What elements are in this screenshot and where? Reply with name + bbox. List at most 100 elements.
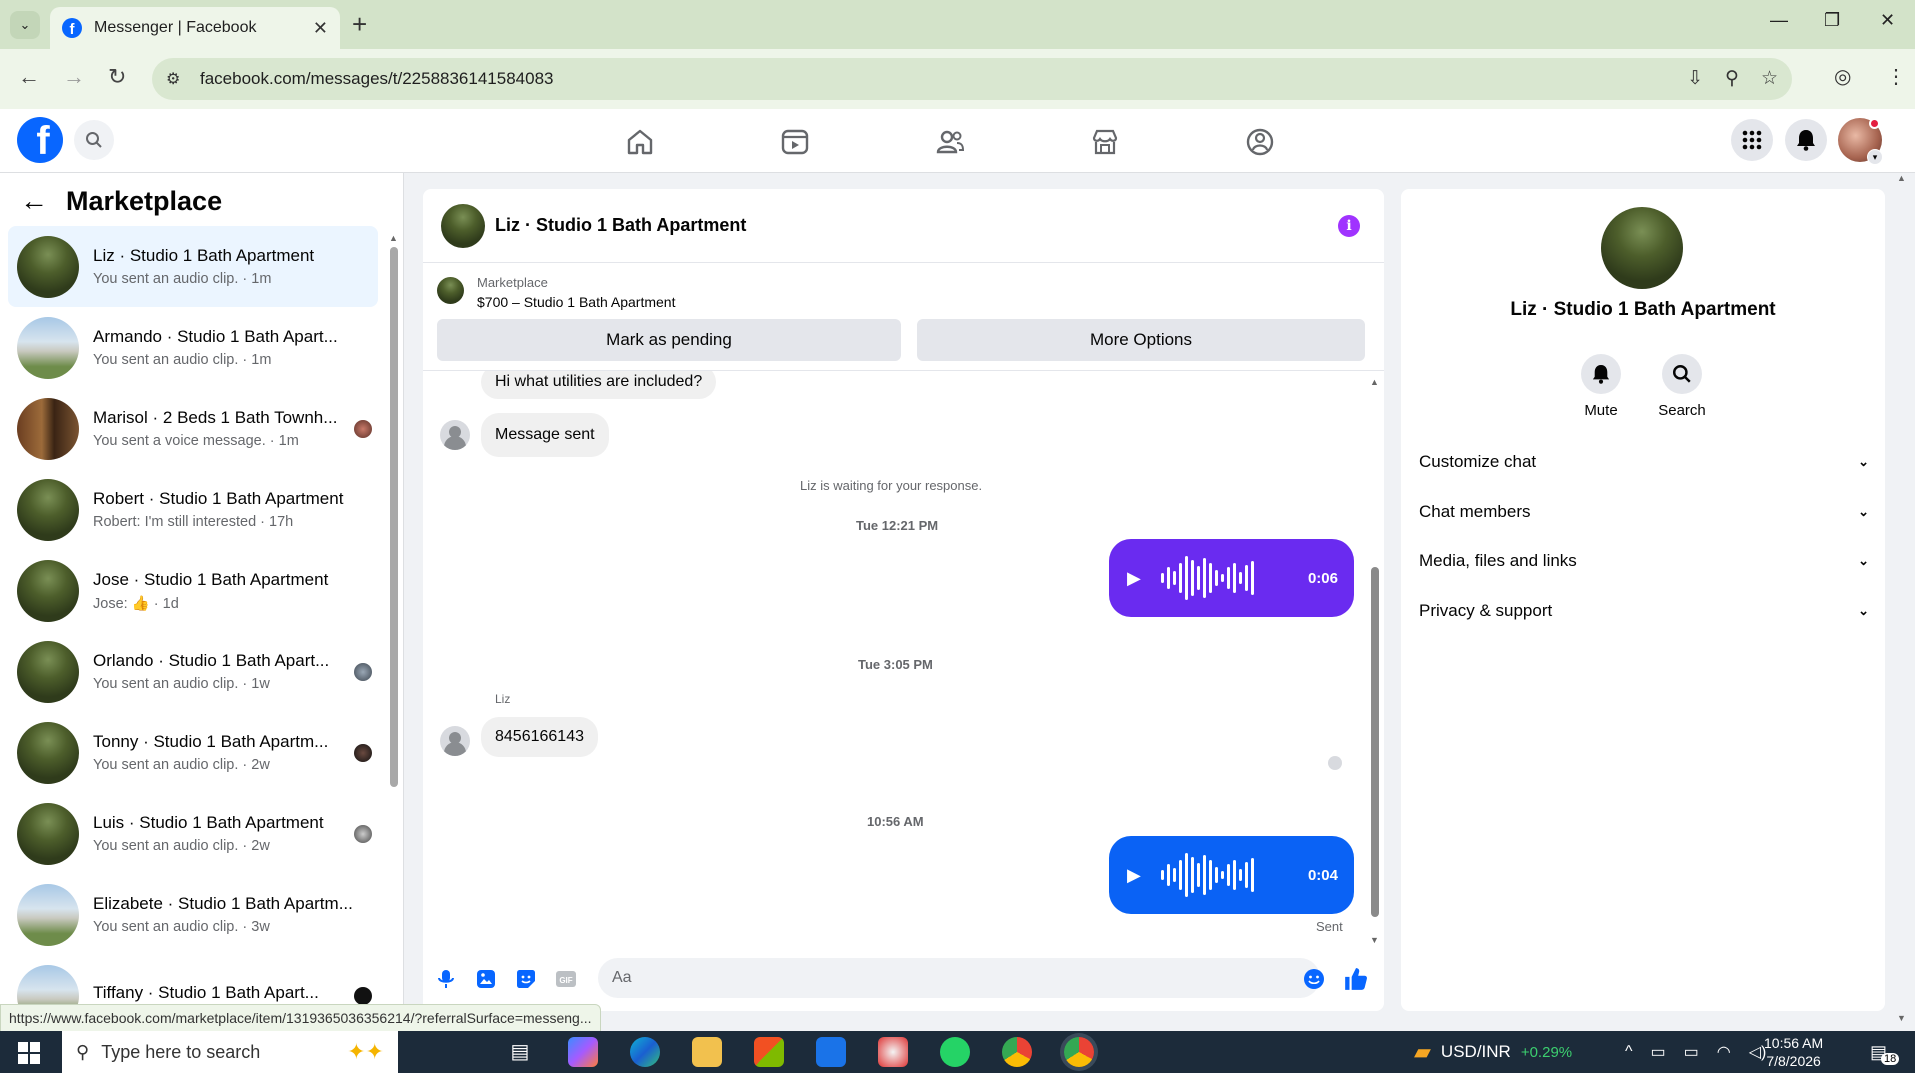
info-icon[interactable]: i — [1338, 215, 1360, 237]
forward-icon[interactable]: → — [63, 64, 85, 90]
search-conversation-button[interactable]: Search — [1642, 354, 1722, 419]
message-scrollbar[interactable]: ▲ ▼ — [1370, 377, 1380, 945]
sender-name: Liz — [495, 692, 511, 706]
zoom-icon[interactable]: ⚲ — [1725, 67, 1739, 90]
page-scrollbar[interactable]: ▲ ▼ — [1895, 173, 1909, 1023]
notification-center-icon[interactable]: ▤ 18 — [1870, 1031, 1900, 1073]
friends-icon[interactable] — [935, 127, 965, 157]
svg-text:GIF: GIF — [559, 976, 572, 985]
microphone-icon[interactable] — [435, 968, 457, 990]
app-icon[interactable] — [878, 1037, 908, 1067]
seen-avatar — [354, 825, 372, 843]
taskbar-search[interactable]: ⚲ Type here to search ✦✦ — [62, 1031, 398, 1073]
conversation-item[interactable]: Luis · Studio 1 Bath Apartment You sent … — [8, 793, 378, 874]
chevron-down-icon[interactable]: ▾ — [1867, 149, 1883, 165]
play-icon[interactable]: ▶ — [1127, 568, 1153, 589]
facebook-logo[interactable]: f — [17, 117, 63, 163]
browser-tab[interactable]: f Messenger | Facebook ✕ — [50, 7, 340, 49]
ticker-name[interactable]: USD/INR — [1441, 1042, 1511, 1062]
listing-title[interactable]: $700 – Studio 1 Bath Apartment — [477, 294, 675, 310]
taskbar-clock[interactable]: 10:56 AM 7/8/2026 — [1764, 1034, 1823, 1070]
listing-thumbnail[interactable] — [437, 277, 464, 304]
search-icon[interactable] — [74, 120, 114, 160]
preview-time: · 1d — [153, 595, 179, 612]
notifications-bell-icon[interactable] — [1785, 119, 1827, 161]
conversation-item[interactable]: Tonny · Studio 1 Bath Apartm... You sent… — [8, 712, 378, 793]
whatsapp-app-icon[interactable] — [940, 1037, 970, 1067]
new-tab-button[interactable]: + — [352, 10, 367, 38]
audio-message[interactable]: ▶ 0:06 — [1109, 539, 1354, 617]
currency-chart-icon: ▰ — [1414, 1039, 1431, 1064]
mail-app-icon[interactable] — [816, 1037, 846, 1067]
wifi-icon[interactable]: ◠ — [1717, 1042, 1731, 1062]
install-app-icon[interactable]: ⇩ — [1687, 67, 1703, 90]
conversation-item[interactable]: Jose · Studio 1 Bath Apartment Jose: 👍 ·… — [8, 550, 378, 631]
task-view-icon[interactable]: ▤ — [505, 1037, 535, 1067]
conversation-item[interactable]: Liz · Studio 1 Bath Apartment You sent a… — [8, 226, 378, 307]
chrome-menu-icon[interactable]: ⋮ — [1886, 64, 1906, 89]
sticker-icon[interactable] — [515, 968, 537, 990]
close-window-button[interactable]: ✕ — [1880, 10, 1895, 31]
site-settings-icon[interactable]: ⚙ — [166, 69, 188, 89]
input-placeholder: Aa — [612, 969, 632, 986]
back-icon[interactable]: ← — [18, 64, 40, 90]
reload-icon[interactable]: ↻ — [108, 64, 126, 90]
copilot-app-icon[interactable] — [568, 1037, 598, 1067]
battery-icon[interactable]: ▭ — [1684, 1042, 1699, 1062]
play-icon[interactable]: ▶ — [1127, 865, 1153, 886]
marketplace-icon[interactable] — [1090, 127, 1120, 157]
audio-message[interactable]: ▶ 0:04 — [1109, 836, 1354, 914]
tab-search-button[interactable]: ⌄ — [10, 11, 40, 39]
message-input[interactable]: Aa — [598, 958, 1320, 998]
file-explorer-icon[interactable] — [692, 1037, 722, 1067]
chat-avatar[interactable] — [441, 204, 485, 248]
conversation-item[interactable]: Elizabete · Studio 1 Bath Apartm... You … — [8, 874, 378, 955]
timestamp: Tue 12:21 PM — [856, 518, 939, 533]
video-icon[interactable] — [780, 127, 810, 157]
conversation-item[interactable]: Armando · Studio 1 Bath Apart... You sen… — [8, 307, 378, 388]
more-options-button[interactable]: More Options — [917, 319, 1365, 361]
chat-members-row[interactable]: Chat members ⌄ — [1419, 492, 1869, 532]
restore-button[interactable]: ❐ — [1824, 10, 1840, 31]
gif-icon[interactable]: GIF — [555, 968, 577, 990]
menu-grid-icon[interactable] — [1731, 119, 1773, 161]
seen-avatar — [354, 420, 372, 438]
privacy-support-row[interactable]: Privacy & support ⌄ — [1419, 591, 1869, 631]
contact-avatar[interactable] — [1601, 207, 1683, 289]
gaming-icon[interactable] — [1245, 127, 1275, 157]
home-icon[interactable] — [625, 127, 655, 157]
back-arrow-icon[interactable]: ← — [20, 185, 48, 217]
chevron-up-icon[interactable]: ^ — [1625, 1043, 1633, 1061]
sidebar-scrollbar[interactable]: ▲ — [389, 233, 399, 961]
emoji-icon[interactable] — [1303, 968, 1325, 990]
chrome-active-icon[interactable] — [1064, 1037, 1094, 1067]
avatar — [17, 721, 79, 784]
media-files-links-row[interactable]: Media, files and links ⌄ — [1419, 541, 1869, 581]
scrollbar-thumb[interactable] — [390, 247, 398, 787]
bookmark-star-icon[interactable]: ☆ — [1761, 67, 1778, 90]
windows-start-icon[interactable] — [18, 1042, 40, 1064]
customize-chat-row[interactable]: Customize chat ⌄ — [1419, 442, 1869, 482]
mark-as-pending-button[interactable]: Mark as pending — [437, 319, 901, 361]
scrollbar-thumb[interactable] — [1371, 567, 1379, 917]
photo-icon[interactable] — [475, 968, 497, 990]
conversation-item[interactable]: Marisol · 2 Beds 1 Bath Townh... You sen… — [8, 388, 378, 469]
store-app-icon[interactable] — [754, 1037, 784, 1067]
edge-app-icon[interactable] — [630, 1037, 660, 1067]
chrome-profile-icon[interactable] — [1002, 1037, 1032, 1067]
thumbs-up-icon[interactable] — [1343, 966, 1369, 992]
message-composer: GIF Aa — [423, 949, 1384, 1011]
avatar — [17, 397, 79, 460]
conversation-item[interactable]: Robert · Studio 1 Bath Apartment Robert:… — [8, 469, 378, 550]
conversation-item[interactable]: Orlando · Studio 1 Bath Apart... You sen… — [8, 631, 378, 712]
chevron-down-icon: ⌄ — [1858, 504, 1869, 519]
address-bar[interactable]: ⚙ facebook.com/messages/t/22588361415840… — [152, 58, 1792, 100]
chat-title[interactable]: Liz · Studio 1 Bath Apartment — [495, 215, 746, 236]
copilot-sparkle-icon: ✦✦ — [347, 1039, 384, 1064]
tab-close-icon[interactable]: ✕ — [313, 18, 328, 39]
ticker-change: +0.29% — [1520, 1043, 1573, 1061]
minimize-button[interactable]: — — [1770, 10, 1788, 31]
profile-icon[interactable]: ◎ — [1834, 64, 1851, 89]
mute-button[interactable]: Mute — [1561, 354, 1641, 419]
meet-now-icon[interactable]: ▭ — [1651, 1042, 1666, 1062]
